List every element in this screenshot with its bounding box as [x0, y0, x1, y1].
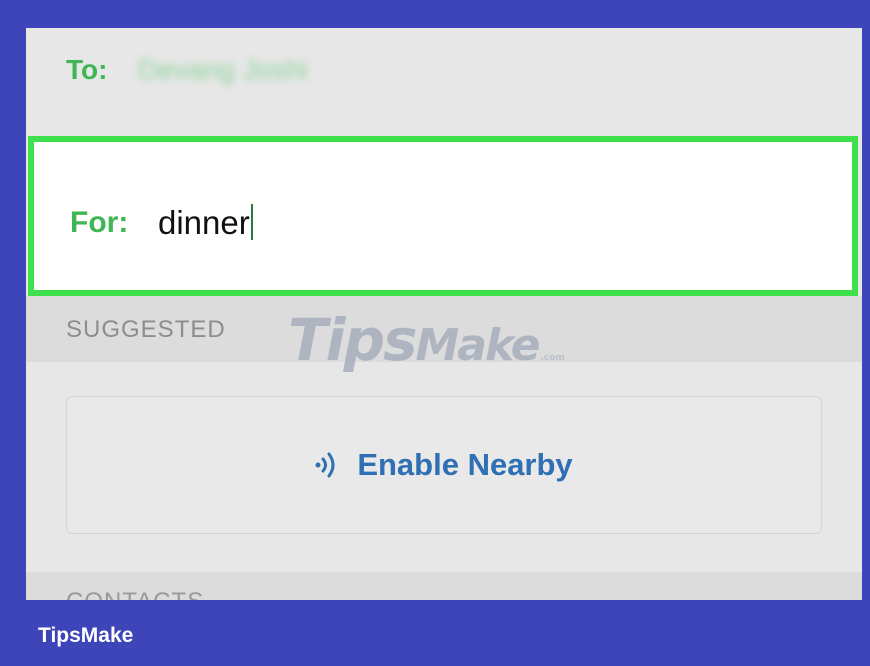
for-label: For: — [70, 206, 129, 239]
to-recipient[interactable]: Devang Joshi — [138, 54, 308, 86]
watermark-suffix: .com — [540, 353, 565, 363]
watermark-main: Tips — [288, 306, 417, 374]
contacts-section-header: CONTACTS — [26, 572, 862, 600]
tipsmake-watermark: TipsMake .com — [288, 306, 565, 374]
for-field[interactable]: For: dinner — [28, 136, 858, 296]
to-row[interactable]: To: Devang Joshi — [26, 28, 862, 136]
contacts-header-label: CONTACTS — [66, 588, 204, 600]
brand-footer: TipsMake — [38, 624, 134, 647]
enable-nearby-content: Enable Nearby — [67, 397, 821, 533]
watermark-second: Make — [415, 320, 540, 371]
text-cursor — [250, 204, 253, 240]
to-label: To: — [66, 54, 108, 85]
nearby-waves-icon — [315, 451, 339, 479]
enable-nearby-button[interactable]: Enable Nearby — [66, 396, 822, 534]
enable-nearby-label: Enable Nearby — [357, 447, 573, 482]
for-input[interactable]: dinner — [158, 204, 253, 242]
payment-screen: To: Devang Joshi For: dinner SUGGESTED E… — [26, 28, 862, 600]
for-input-text: dinner — [158, 204, 250, 241]
suggested-header-label: SUGGESTED — [66, 316, 226, 343]
